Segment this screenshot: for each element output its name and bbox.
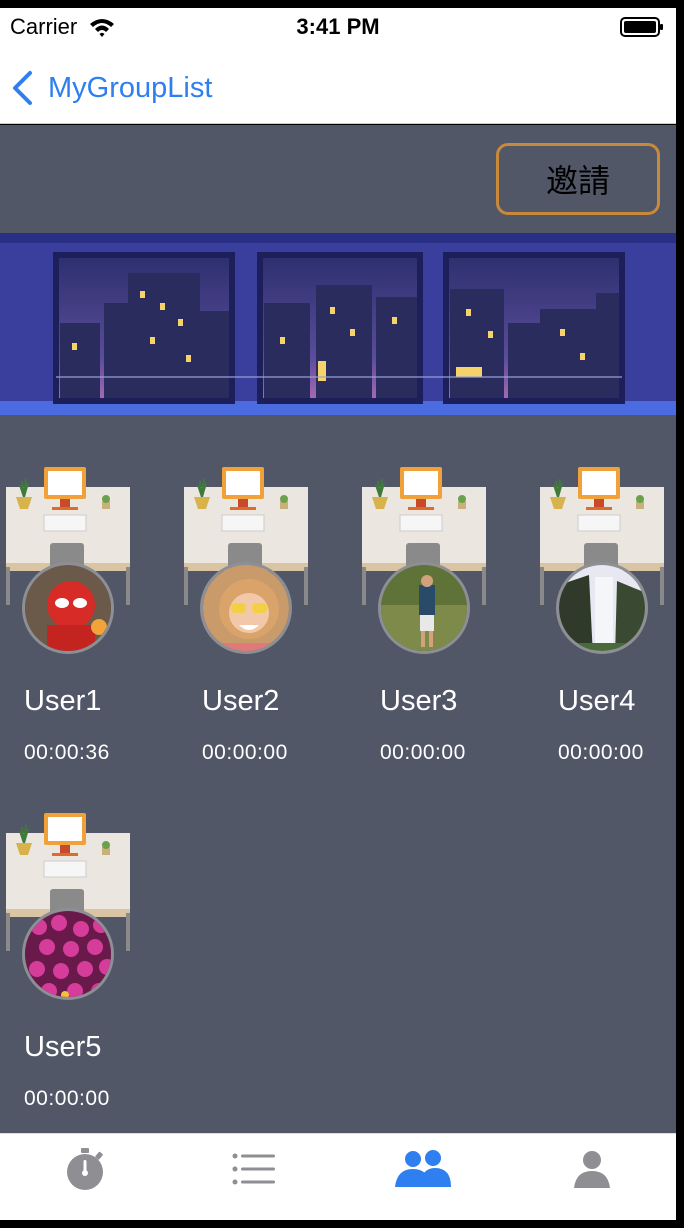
status-bar: Carrier 3:41 PM	[0, 8, 676, 54]
tab-profile[interactable]	[507, 1134, 676, 1204]
avatar[interactable]	[556, 562, 648, 654]
group-icon	[394, 1150, 451, 1187]
user-time: 00:00:00	[202, 741, 288, 764]
user-time: 00:00:36	[24, 741, 110, 764]
status-time: 3:41 PM	[296, 14, 380, 39]
battery-icon	[620, 17, 663, 37]
user-time: 00:00:00	[24, 1087, 110, 1110]
user-card[interactable]: User3 00:00:00	[356, 467, 496, 787]
user-time: 00:00:00	[558, 741, 644, 764]
stopwatch-icon	[66, 1148, 103, 1190]
city-window-banner	[0, 233, 676, 415]
avatar[interactable]	[200, 562, 292, 654]
avatar[interactable]	[22, 562, 114, 654]
avatar[interactable]	[22, 908, 114, 1000]
back-label: MyGroupList	[48, 71, 213, 104]
user-name: User1	[24, 685, 102, 717]
user-card[interactable]: User2 00:00:00	[178, 467, 318, 787]
avatar[interactable]	[378, 562, 470, 654]
invite-button[interactable]: 邀請	[496, 143, 660, 215]
tab-list[interactable]	[169, 1134, 338, 1204]
user-name: User2	[202, 685, 280, 717]
tab-timer[interactable]	[0, 1134, 169, 1204]
phone-screen: Carrier 3:41 PM MyGroupList 邀請 User1 00:…	[0, 0, 684, 1228]
user-card[interactable]: User5 00:00:00	[0, 813, 140, 1133]
user-name: User5	[24, 1031, 102, 1063]
tab-bar	[0, 1133, 676, 1220]
navigation-bar: MyGroupList	[0, 54, 676, 124]
user-card[interactable]: User4 00:00:00	[534, 467, 674, 787]
list-icon	[232, 1153, 275, 1185]
user-time: 00:00:00	[380, 741, 466, 764]
user-card[interactable]: User1 00:00:36	[0, 467, 140, 787]
user-name: User4	[558, 685, 636, 717]
group-room: 邀請 User1 00:00:36 User2 00:00:00 User3 0…	[0, 125, 676, 1133]
tab-group[interactable]	[338, 1134, 507, 1204]
user-name: User3	[380, 685, 458, 717]
person-icon	[573, 1151, 610, 1188]
back-button[interactable]: MyGroupList	[10, 66, 212, 110]
chevron-left-icon	[13, 71, 32, 105]
